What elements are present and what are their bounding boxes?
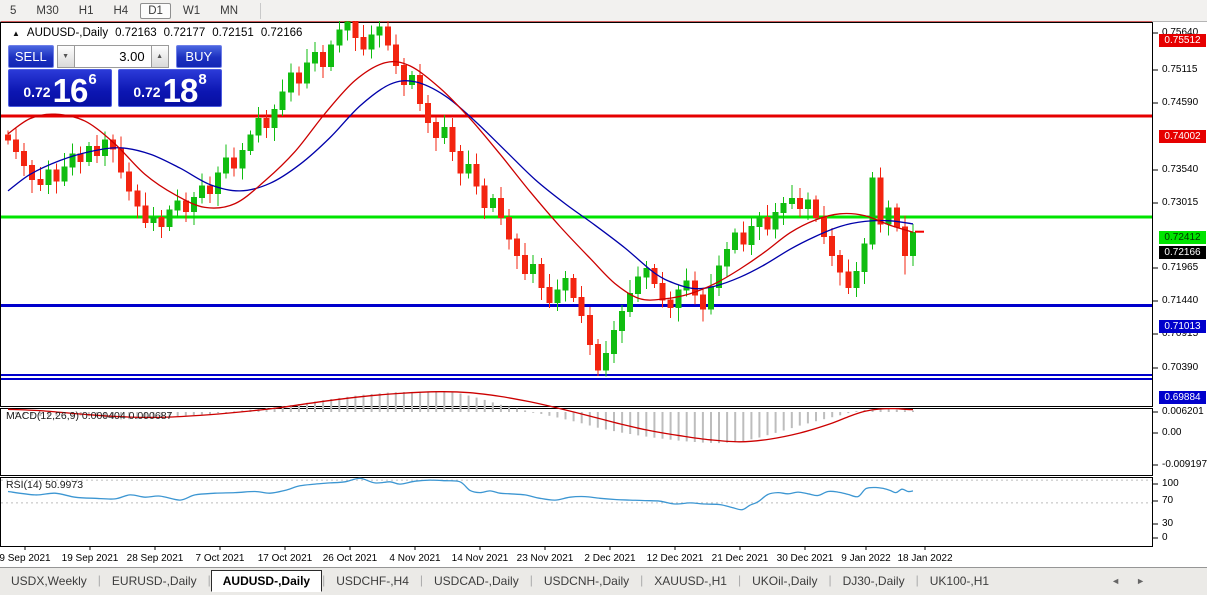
axis-tick-label: 0.71440 (1162, 295, 1199, 306)
svg-text:2 Dec 2021: 2 Dec 2021 (584, 553, 636, 564)
timeframe-button-h1[interactable]: H1 (71, 3, 102, 19)
price-level-tag: 0.72412 (1159, 231, 1206, 244)
volume-increase-button[interactable]: ▲ (150, 45, 169, 68)
axis-tick-marks (1153, 32, 1158, 539)
svg-text:9 Jan 2022: 9 Jan 2022 (841, 553, 891, 564)
ohlc-high: 0.72177 (163, 27, 206, 39)
timeframe-toolbar: 5 M30 H1 H4 D1 W1 MN (0, 0, 1207, 22)
tab-scroll-left-icon[interactable]: ◄ (1111, 576, 1120, 586)
axis-tick-label: 0.73540 (1162, 164, 1199, 175)
svg-text:23 Nov 2021: 23 Nov 2021 (517, 553, 574, 564)
tab-scroll-right-icon[interactable]: ► (1136, 576, 1145, 586)
volume-decrease-button[interactable]: ▼ (56, 45, 75, 68)
axis-tick-label: 0.74590 (1162, 97, 1199, 108)
axis-tick-label: 0.75115 (1162, 64, 1198, 75)
svg-text:17 Oct 2021: 17 Oct 2021 (258, 553, 313, 564)
axis-tick-label: 70 (1162, 495, 1174, 506)
axis-tick-label: 0 (1162, 532, 1168, 543)
svg-text:14 Nov 2021: 14 Nov 2021 (452, 553, 509, 564)
chart-symbol-label: AUDUSD-,Daily (26, 27, 109, 39)
chart-tab-usdx-weekly[interactable]: USDX,Weekly (0, 571, 98, 591)
svg-text:9 Sep 2021: 9 Sep 2021 (0, 553, 51, 564)
price-level-tag: 0.75512 (1159, 34, 1206, 47)
svg-text:28 Sep 2021: 28 Sep 2021 (127, 553, 184, 564)
buy-price-box[interactable]: 0.72 18 8 (118, 69, 222, 107)
svg-text:4 Nov 2021: 4 Nov 2021 (389, 553, 441, 564)
volume-input[interactable] (74, 45, 151, 68)
timeframe-button-m30[interactable]: M30 (28, 3, 66, 19)
macd-label: MACD(12,26,9) 0.000404 0.000687 (6, 410, 173, 422)
axis-tick-label: 0.00 (1162, 427, 1182, 438)
ohlc-low: 0.72151 (212, 27, 254, 39)
collapse-triangle-icon[interactable]: ▲ (12, 29, 20, 38)
chart-tab-usdchf-h4[interactable]: USDCHF-,H4 (325, 571, 420, 591)
svg-text:19 Sep 2021: 19 Sep 2021 (62, 553, 119, 564)
chart-tab-xauusd-h1[interactable]: XAUUSD-,H1 (643, 571, 738, 591)
price-level-tag: 0.74002 (1159, 130, 1206, 143)
price-level-tag: 0.69884 (1159, 391, 1206, 404)
sell-price-big: 16 (52, 71, 89, 109)
sell-button[interactable]: SELL (8, 45, 54, 68)
chart-tab-usdcnh-daily[interactable]: USDCNH-,Daily (533, 571, 640, 591)
svg-text:12 Dec 2021: 12 Dec 2021 (647, 553, 704, 564)
axis-tick-label: 0.006201 (1162, 406, 1204, 417)
buy-price-big: 18 (162, 71, 199, 109)
axis-tick-label: 0.71965 (1162, 262, 1199, 273)
timeframe-button-d1[interactable]: D1 (140, 2, 171, 19)
buy-price-pip: 8 (198, 71, 207, 88)
chart-header: ▲ AUDUSD-,Daily 0.72163 0.72177 0.72151 0.7… (12, 27, 302, 39)
timeframe-button-h4[interactable]: H4 (105, 3, 136, 19)
one-click-trading-panel: SELL ▼ ▲ BUY 0.72 16 6 0.72 18 8 (8, 45, 222, 107)
sell-price-box[interactable]: 0.72 16 6 (8, 69, 112, 107)
axis-tick-label: 0.70390 (1162, 362, 1199, 373)
sell-price-pip: 6 (88, 71, 97, 88)
tab-scroll-arrows: ◄ ► (1111, 576, 1145, 586)
buy-price-prefix: 0.72 (133, 84, 161, 100)
axis-tick-label: 0.73015 (1162, 197, 1199, 208)
timeframe-button-5[interactable]: 5 (2, 3, 24, 19)
svg-text:30 Dec 2021: 30 Dec 2021 (777, 553, 834, 564)
sell-price-prefix: 0.72 (23, 84, 51, 100)
time-axis: 9 Sep 2021 19 Sep 2021 28 Sep 2021 7 Oct 20… (0, 546, 953, 564)
price-level-tag: 0.72166 (1159, 246, 1206, 259)
chart-tab-dj30-daily[interactable]: DJ30-,Daily (832, 571, 916, 591)
svg-text:7 Oct 2021: 7 Oct 2021 (196, 553, 245, 564)
macd-values: 0.000404 0.000687 (81, 410, 173, 422)
chart-tab-usdcad-daily[interactable]: USDCAD-,Daily (423, 571, 530, 591)
mt4-window: 5 M30 H1 H4 D1 W1 MN 9 Sep 2021 19 Sep 2021 28 S… (0, 0, 1207, 595)
timeframe-button-mn[interactable]: MN (212, 3, 246, 19)
buy-button[interactable]: BUY (175, 45, 222, 68)
svg-text:26 Oct 2021: 26 Oct 2021 (323, 553, 378, 564)
svg-text:18 Jan 2022: 18 Jan 2022 (897, 553, 952, 564)
price-level-tag: 0.71013 (1159, 320, 1206, 333)
svg-text:21 Dec 2021: 21 Dec 2021 (712, 553, 769, 564)
chart-tab-uk100-h1[interactable]: UK100-,H1 (919, 571, 1000, 591)
chart-tab-eurusd-daily[interactable]: EURUSD-,Daily (101, 571, 208, 591)
timeframe-button-w1[interactable]: W1 (175, 3, 208, 19)
chart-tab-audusd-daily[interactable]: AUDUSD-,Daily (210, 570, 323, 592)
chart-tab-bar: USDX,Weekly | EURUSD-,Daily | AUDUSD-,Daily |… (0, 567, 1207, 595)
axis-tick-label: 100 (1162, 478, 1179, 489)
rsi-value: 50.9973 (45, 479, 84, 491)
axis-tick-label: 30 (1162, 518, 1174, 529)
axis-tick-label: -0.009197 (1162, 459, 1207, 470)
ohlc-open: 0.72163 (115, 27, 157, 39)
chart-tab-ukoil-daily[interactable]: UKOil-,Daily (741, 571, 828, 591)
rsi-label: RSI(14) 50.9973 (6, 479, 84, 491)
ohlc-close: 0.72166 (260, 27, 303, 39)
toolbar-separator (260, 2, 262, 19)
